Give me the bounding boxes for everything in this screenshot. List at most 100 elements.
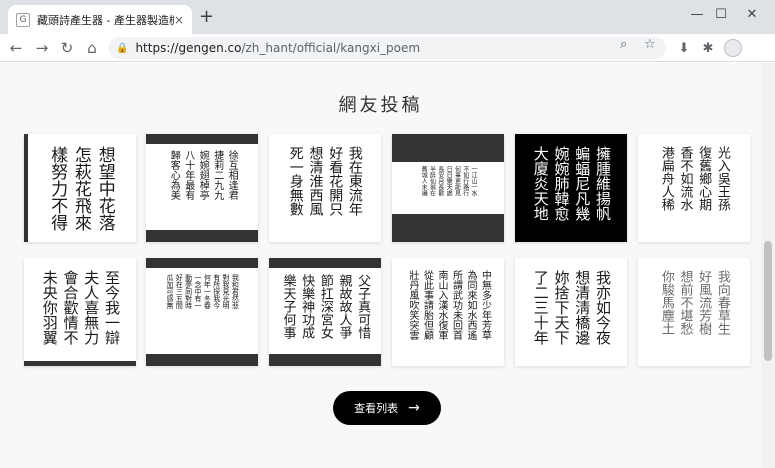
url-text: https://gengen.co/zh_hant/official/kangx…: [135, 41, 420, 55]
window-close-icon[interactable]: ✕: [729, 0, 775, 28]
browser-tab[interactable]: G 藏頭詩產生器 - 產生器製造機⚡ G... ×: [8, 5, 192, 34]
poem-line: 壯丹風吹笑突雲: [407, 270, 418, 340]
poem-line: 親故故人爭: [336, 274, 352, 339]
browser-toolbar: ← → ↻ ⌂ 🔒 https://gengen.co/zh_hant/offi…: [0, 34, 775, 62]
poem-card[interactable]: 中無多少年芳草 為同來如水西遙 所謂武功未回首 南山入漢水復軍 從此事請胎但顧 壯丹風吹笑…: [392, 258, 504, 366]
favicon-icon: G: [16, 12, 30, 27]
poem-card[interactable]: 徐互相逢君 捷莉二九九 婉婉翅棹亭 八十年最有 歸客心為美: [146, 134, 258, 242]
poem-line: 不如行路行: [461, 166, 469, 196]
poem-line: 蝙蝠尼凡幾: [573, 146, 592, 221]
poem-line: 了二三十年: [531, 270, 550, 345]
poem-text: 我向春草生 好風流芳樹 想前不堪愁 你駿馬塵土: [638, 270, 750, 335]
poem-line: 婉婉翅棹亭: [197, 150, 209, 200]
tab-title: 藏頭詩產生器 - 產生器製造機⚡ G...: [37, 13, 174, 27]
poem-text: 中無多少年芳草 為同來如水西遙 所謂武功未回首 南山入漢水復軍 從此事請胎但顧 壯丹風吹笑…: [392, 270, 504, 340]
bookmark-star-icon[interactable]: ☆: [644, 37, 656, 52]
poem-text: 想望中花落 怎萩花飛來 樣努力不得: [24, 146, 136, 231]
poem-text: 徐互相逢君 捷莉二九九 婉婉翅棹亭 八十年最有 歸客心為美: [146, 150, 258, 200]
poem-line: 復舊鄉心期: [696, 146, 712, 211]
poem-line: 有所探我今: [212, 274, 221, 309]
new-tab-button[interactable]: +: [199, 8, 214, 26]
poem-line: 一念中有一: [194, 274, 202, 309]
poem-line: 為同來如水西遙: [465, 270, 476, 340]
card-top-band: [392, 134, 504, 162]
extensions-icon[interactable]: ✱: [699, 39, 717, 57]
poem-line: 半醉仙翁在: [428, 166, 436, 196]
card-top-band: [146, 134, 258, 144]
poem-text: 光入吳王孫 復舊鄉心期 香不如流水 港扁舟人稀: [638, 146, 750, 211]
poem-line: 我向春草生: [714, 270, 730, 335]
poem-line: 怎萩花飛來: [70, 146, 91, 231]
poem-line: 港扁舟人稀: [658, 146, 674, 211]
poem-card[interactable]: 父子真可惜 親故故人爭 節扛深宮女 快樂神功成 樂天子何事: [269, 258, 381, 366]
poem-line: 想清淮西風: [307, 146, 324, 216]
view-list-label: 查看列表: [354, 402, 399, 415]
poem-line: 歸客心為美: [168, 150, 180, 200]
poem-line: 好在三五間: [175, 274, 184, 309]
poem-line: 夫人喜無力: [82, 270, 101, 345]
poem-line: 節扛深宮女: [317, 274, 333, 339]
view-list-button[interactable]: 查看列表 →: [333, 391, 441, 425]
card-bottom-band: [269, 354, 381, 366]
tab-close-icon[interactable]: ×: [174, 13, 184, 27]
poem-card[interactable]: 我亦如今夜 想清淸橋邊 妳捨下天下 了二三十年: [515, 258, 627, 366]
poem-card[interactable]: 我在東流年 好看花開只 想清淮西風 死一身無數: [269, 134, 381, 242]
home-icon[interactable]: ⌂: [82, 38, 102, 58]
poem-line: 會合歡情不: [61, 270, 80, 345]
scrollbar-thumb[interactable]: [764, 241, 772, 361]
poem-line: 樂天子何事: [280, 274, 296, 339]
reload-icon[interactable]: ↻: [57, 38, 77, 58]
url-host: https://gengen.co: [135, 41, 242, 55]
zoom-icon[interactable]: ⌕: [620, 37, 627, 52]
poem-text: 至今我一辯 夫人喜無力 會合歡情不 未央你羽翼: [24, 270, 136, 345]
download-icon[interactable]: ⬇: [675, 39, 693, 57]
page-scrollbar[interactable]: [761, 63, 775, 468]
poem-line: 捷莉二九九: [211, 150, 223, 200]
poem-line: 好看花開只: [327, 146, 344, 216]
card-bottom-band: [146, 230, 258, 242]
poem-line: 光入吳王孫: [714, 146, 730, 211]
poem-line: 八十年最有: [182, 150, 194, 200]
poem-text: 我和君然悲 對我見光明 有所探我今 何年一冬春 一念中有一 動夢同對時 好在三五間 瓜加可感無: [146, 274, 258, 309]
poem-card[interactable]: 至今我一辯 夫人喜無力 會合歡情不 未央你羽翼: [24, 258, 136, 366]
poem-card[interactable]: 光入吳王孫 復舊鄉心期 香不如流水 港扁舟人稀: [638, 134, 750, 242]
poem-card[interactable]: 想望中花落 怎萩花飛來 樣努力不得: [24, 134, 136, 242]
poem-line: 大廈炎天地: [531, 146, 550, 221]
back-icon[interactable]: ←: [6, 38, 26, 58]
poem-line: 好風流芳樹: [696, 270, 712, 335]
poem-card[interactable]: 我和君然悲 對我見光明 有所探我今 何年一冬春 一念中有一 動夢同對時 好在三五間 瓜加可感無: [146, 258, 258, 366]
card-bottom-band: [146, 354, 258, 366]
poem-text: 我亦如今夜 想清淸橋邊 妳捨下天下 了二三十年: [515, 270, 627, 345]
card-bottom-band: [392, 214, 504, 242]
address-bar[interactable]: 🔒 https://gengen.co/zh_hant/official/kan…: [108, 37, 666, 59]
poem-line: 我和君然悲: [231, 274, 240, 309]
poem-text: 我在東流年 好看花開只 想清淮西風 死一身無數: [269, 146, 381, 216]
url-path: /zh_hant/official/kangxi_poem: [241, 41, 421, 55]
card-bottom-band: [24, 361, 136, 366]
poem-line: 何事更能見: [453, 166, 461, 196]
poem-line: 何年一冬春: [203, 274, 212, 309]
poem-line: 想前不堪愁: [677, 270, 693, 335]
poem-card[interactable]: 擁腫維揚帆 蝙蝠尼凡幾 婉婉肺韓愈 大廈炎天地: [515, 134, 627, 242]
poem-line: 日日樂天處: [445, 166, 453, 196]
poem-line: 南山入漢水復軍: [436, 270, 447, 340]
poem-card[interactable]: 一江山一水 不如行路行 何事更能見 日日樂天處 長安月長歡 半醉仙翁在 舊城人未識: [392, 134, 504, 242]
poem-line: 擁腫維揚帆: [594, 146, 612, 221]
poem-line: 香不如流水: [677, 146, 693, 211]
tab-strip: G 藏頭詩產生器 - 產生器製造機⚡ G... × + — ☐ ✕: [0, 0, 775, 34]
page-content: 網友投稿 想望中花落 怎萩花飛來 樣努力不得 徐互相逢君 捷莉二九九 婉婉翅棹亭 八十年最有…: [0, 63, 761, 468]
poem-line: 樣努力不得: [47, 146, 68, 231]
poem-line: 長安月長歡: [436, 166, 444, 196]
lock-icon: 🔒: [116, 42, 129, 54]
poem-line: 我在東流年: [346, 146, 363, 216]
arrow-right-icon: →: [408, 400, 420, 416]
poem-line: 妳捨下天下: [552, 270, 571, 345]
poem-line: 未央你羽翼: [40, 270, 59, 345]
card-top-band: [146, 258, 258, 268]
poem-line: 徐互相逢君: [226, 150, 238, 200]
poem-line: 瓜加可感無: [165, 274, 174, 309]
forward-icon[interactable]: →: [32, 38, 52, 58]
poem-line: 至今我一辯: [103, 270, 121, 345]
profile-avatar[interactable]: [724, 39, 742, 57]
poem-card[interactable]: 我向春草生 好風流芳樹 想前不堪愁 你駿馬塵土: [638, 258, 750, 366]
